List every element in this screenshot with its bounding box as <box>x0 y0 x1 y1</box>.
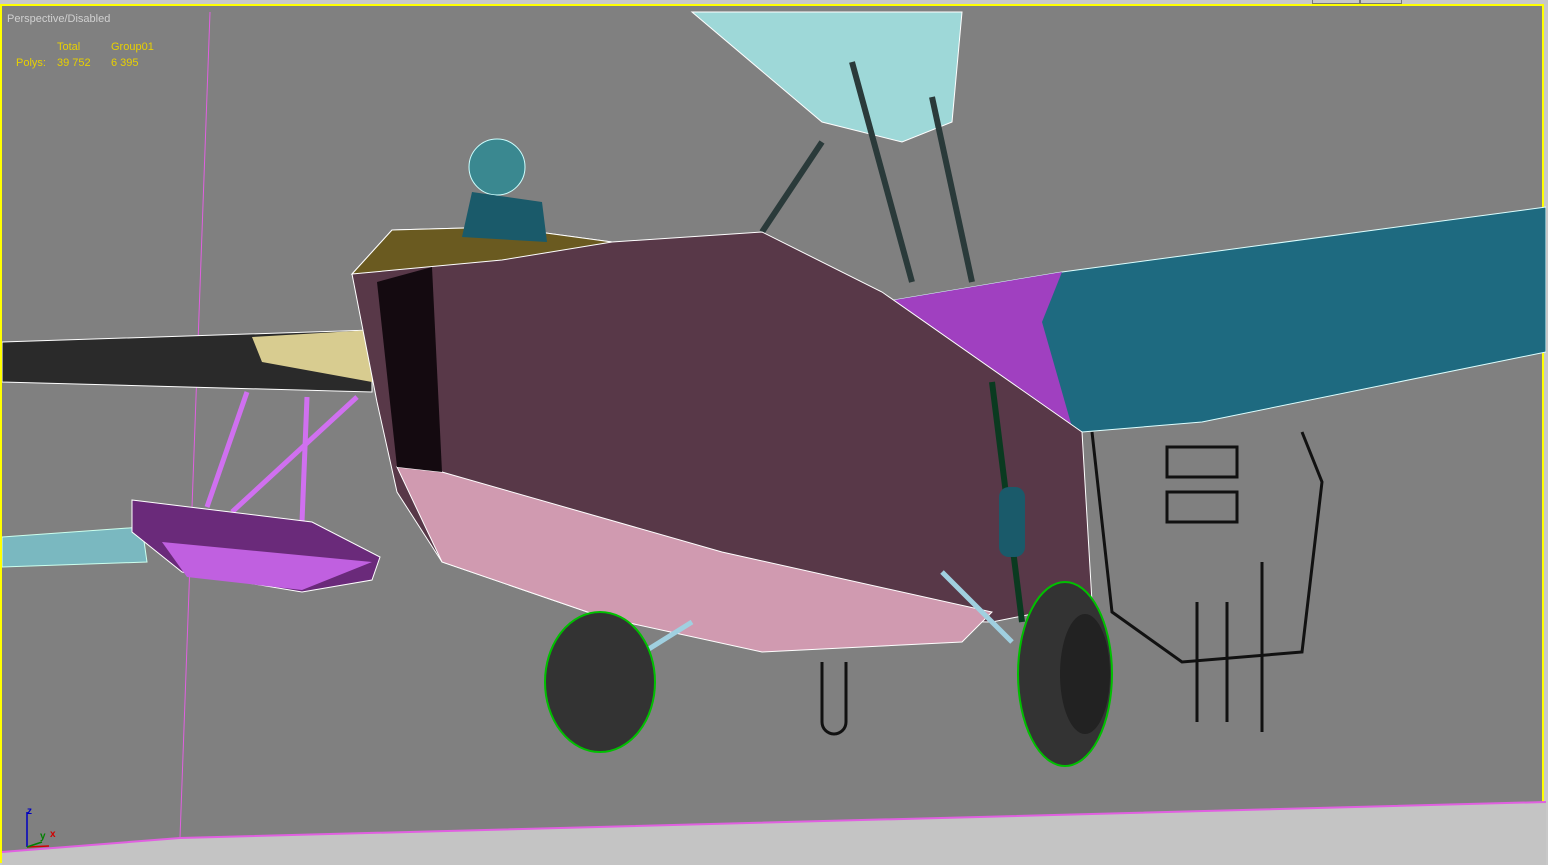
axis-z-label: z <box>27 806 32 817</box>
stats-header-total: Total <box>57 41 81 53</box>
viewport-label-menu[interactable]: Perspective/Disabled <box>7 13 110 25</box>
stats-polys-total: 39 752 <box>57 57 91 69</box>
scene-render <box>2 11 1546 865</box>
axis-y-label: y <box>40 831 46 842</box>
stats-polys-group: 6 395 <box>111 57 139 69</box>
stats-polys-label: Polys: <box>16 57 46 69</box>
axis-x-label: x <box>50 829 56 840</box>
stats-header-group: Group01 <box>111 41 154 53</box>
perspective-viewport[interactable]: Perspective/Disabled Total Group01 Polys… <box>0 4 1546 865</box>
